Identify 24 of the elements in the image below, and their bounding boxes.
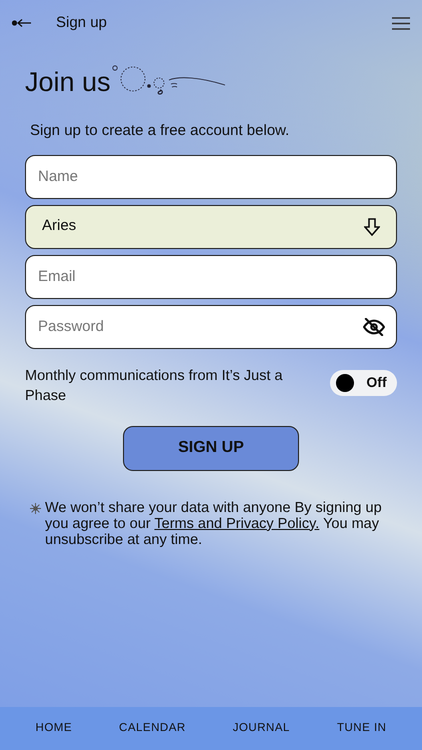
privacy-notice: We won’t share your data with anyone By signing up you agree to our Terms and Privacy Policy. You may unsubscribe at any time. [45, 500, 383, 548]
password-field[interactable]: Password [25, 304, 397, 348]
sign-select[interactable]: Aries [25, 204, 397, 248]
select-value: Aries [42, 216, 76, 236]
input-field[interactable]: Name [25, 154, 397, 198]
sparkle-icon [30, 502, 41, 514]
toggle-state: Off [366, 373, 387, 392]
newsletter-toggle[interactable]: Off [330, 370, 397, 396]
nav-tab[interactable]: TUNE IN [336, 720, 386, 738]
nav-tab[interactable]: JOURNAL [232, 720, 290, 738]
down-arrow-icon [364, 218, 380, 236]
toggle-knob-icon [336, 374, 354, 392]
back-arrow-icon[interactable] [12, 18, 32, 28]
page-title: Sign up [56, 12, 107, 33]
sign-up-button[interactable]: SIGN UP [123, 426, 299, 470]
subtitle: Sign up to create a free account below. [29, 121, 290, 141]
nav-tab[interactable]: HOME [36, 720, 72, 738]
terms-link[interactable]: Terms and Privacy Policy. [154, 516, 320, 532]
newsletter-label: Monthly communications from It’s Just a Phase [25, 366, 284, 406]
heading: Join us [25, 69, 111, 96]
nav-tab[interactable]: CALENDAR [119, 720, 186, 738]
menu-icon[interactable] [392, 16, 410, 30]
input-field[interactable]: Email [25, 254, 397, 298]
eye-off-icon[interactable] [363, 318, 385, 336]
